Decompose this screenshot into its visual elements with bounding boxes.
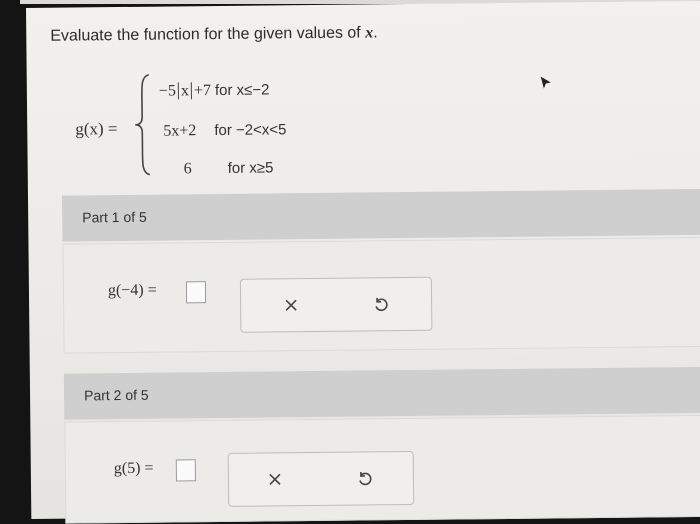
case-3-expression: 6 <box>183 160 192 178</box>
function-name: g(x) = <box>75 119 118 139</box>
case-1-constant: +7 <box>193 82 212 100</box>
part-2-tool-buttons <box>227 450 415 507</box>
part-2-body: g(5) = <box>64 414 700 524</box>
undo-icon <box>375 297 388 311</box>
part-1-header: Part 1 of 5 <box>61 188 700 242</box>
part-2-clear-button[interactable] <box>261 465 289 493</box>
part-2-reset-button[interactable] <box>351 464 379 492</box>
part-1-body: g(−4) = <box>62 236 700 354</box>
case-2-condition: for −2<x<5 <box>214 121 287 140</box>
close-icon <box>285 299 297 311</box>
left-brace-icon <box>135 73 151 176</box>
cursor-icon <box>540 76 551 89</box>
part-1-expression: g(−4) = <box>107 281 157 300</box>
prompt-text: Evaluate the function for the given valu… <box>50 24 366 45</box>
case-3-condition: for x≥5 <box>227 159 274 177</box>
part-2-answer-input[interactable] <box>175 459 196 482</box>
question-panel: Evaluate the function for the given valu… <box>26 0 700 524</box>
prompt-variable: x <box>365 24 374 42</box>
case-1-condition: for x≤−2 <box>214 81 270 100</box>
part-1-reset-button[interactable] <box>367 290 395 318</box>
case-1-coefficient: −5 <box>158 82 176 100</box>
close-icon <box>269 473 281 486</box>
case-1-absolute-value: x <box>177 82 192 100</box>
part-2-label: Part 2 of 5 <box>83 386 149 404</box>
part-1-tool-buttons <box>239 276 433 333</box>
part-2-expression: g(5) = <box>113 459 154 478</box>
case-row-3: 6 for x≥5 <box>184 159 274 178</box>
case-2-expression: 5x+2 <box>163 122 197 140</box>
case-row-1: −5 x +7 for x≤−2 <box>159 81 270 100</box>
undo-icon <box>359 472 372 486</box>
part-1-label: Part 1 of 5 <box>82 208 147 226</box>
question-prompt: Evaluate the function for the given valu… <box>50 24 377 45</box>
prompt-end: . <box>373 24 378 42</box>
case-row-2: 5x+2 for −2<x<5 <box>163 121 286 140</box>
piecewise-function: g(x) = −5 x +7 for x≤−2 5x+2 for −2<x<5 6 … <box>67 66 388 189</box>
part-1-clear-button[interactable] <box>277 291 305 319</box>
part-2-header: Part 2 of 5 <box>63 366 700 420</box>
part-1-answer-input[interactable] <box>185 281 207 304</box>
